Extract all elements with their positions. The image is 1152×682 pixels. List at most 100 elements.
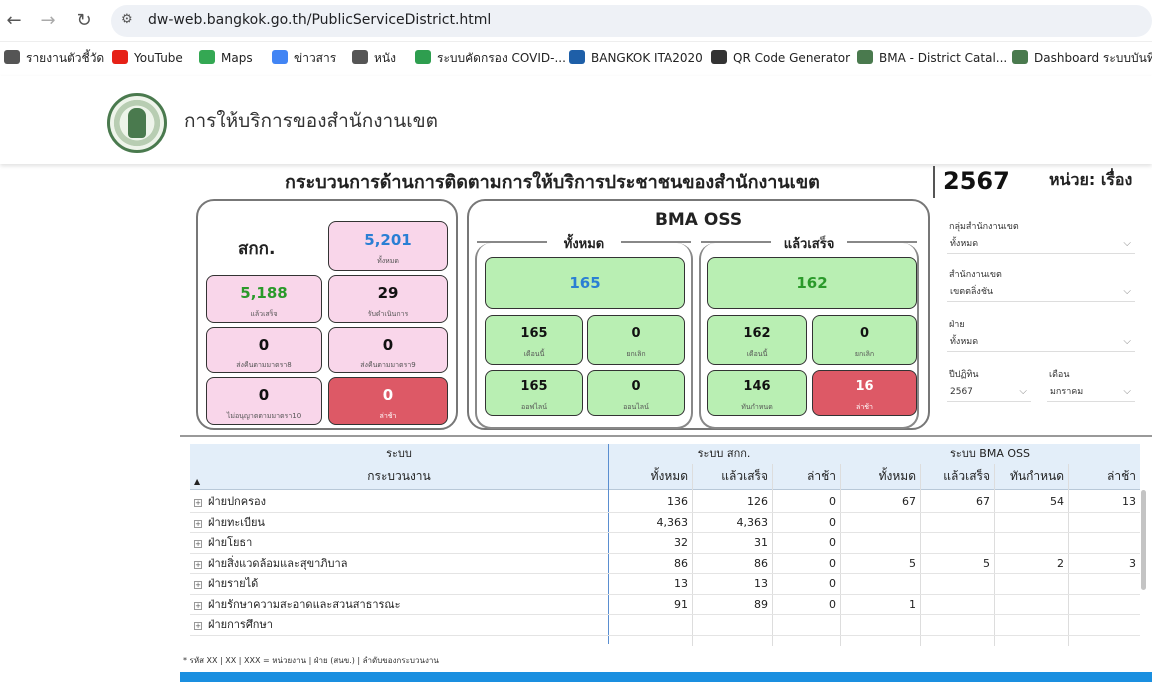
sakk-in-progress-card[interactable]: 29 รับดำเนินการ [328,275,448,323]
row-value-cell: 4,363 [736,515,769,529]
bookmark-item[interactable]: YouTube [112,48,183,68]
expand-icon[interactable]: + [194,622,202,630]
col-header-oss-total[interactable]: ทั้งหมด [840,464,920,489]
bookmark-item[interactable]: ระบบคัดกรอง COVID-... [415,48,566,68]
col-header-sakk-total[interactable]: ทั้งหมด [608,464,692,489]
sakk-return9-card[interactable]: 0 ส่งคืนตามมาตรา9 [328,327,448,373]
oss-done-month-card[interactable]: 162 เดือนนี้ [707,315,807,365]
forward-icon[interactable]: → [36,9,60,33]
expand-icon[interactable]: + [194,499,202,507]
row-value-cell: 0 [829,577,836,590]
year-filter-select[interactable]: 2567 ⌵ [947,382,1031,402]
bookmark-item[interactable]: ข่าวสาร [272,48,336,68]
table-row[interactable]: + ฝ่ายทะเบียน 4,363 4,363 0 [190,513,1140,533]
table-scrollbar[interactable] [1141,490,1146,590]
bookmark-item[interactable]: BMA - District Catal... [857,48,1007,68]
sakk-deny10-card[interactable]: 0 ไม่อนุญาตตามมาตรา10 [206,377,322,425]
oss-done-late-card[interactable]: 16 ล่าช้า [812,370,917,416]
bookmark-item[interactable]: Dashboard ระบบบันทึ... [1012,48,1152,68]
row-value-cell: 54 [1050,495,1064,508]
oss-all-online-card[interactable]: 0 ออนไลน์ [587,370,685,416]
row-process-name: + ฝ่ายโยธา [194,536,253,549]
row-value-cell: 13 [754,577,768,590]
month-filter-select[interactable]: มกราคม ⌵ [1047,382,1135,402]
oss-all-total-card[interactable]: 165 [485,257,685,309]
site-title: การให้บริการของสำนักงานเขต [184,110,439,132]
division-filter-select[interactable]: ทั้งหมด ⌵ [947,332,1135,352]
oss-done-ontime-card[interactable]: 146 ทันกำหนด [707,370,807,416]
row-value-cell: 0 [829,495,836,508]
sakk-total-card[interactable]: 5,201 ทั้งหมด [328,221,448,271]
row-value-cell: 2 [1057,556,1064,570]
maps-icon [199,50,215,64]
chevron-down-icon: ⌵ [1123,386,1131,397]
expand-icon[interactable]: + [194,560,202,569]
url-field[interactable]: ⚙ dw-web.bangkok.go.th/PublicServiceDist… [111,5,1152,37]
table-row[interactable]: + ฝ่ายปกครอง 136 126 0 67 67 54 13 [190,492,1140,513]
table-footnote: * รหัส XX | XX | XXX = หน่วยงาน | ฝ่าย (… [183,656,439,665]
col-header-oss-done[interactable]: แล้วเสร็จ [920,464,994,489]
table-row[interactable]: + ฝ่ายโยธา 32 31 0 [190,533,1140,554]
dashboard-title: กระบวนการด้านการติดตามการให้บริการประชาช… [285,172,820,193]
back-icon[interactable]: ← [2,9,26,33]
group-filter-select[interactable]: ทั้งหมด ⌵ [947,234,1135,254]
col-header-sakk-late[interactable]: ล่าช้า [772,464,840,489]
sakk-done-card[interactable]: 5,188 แล้วเสร็จ [206,275,322,323]
row-value-cell [1068,595,1140,615]
wifi-icon [415,50,431,64]
expand-icon[interactable]: + [194,519,202,528]
chevron-down-icon: ⌵ [1123,286,1131,297]
bookmark-item[interactable]: BANGKOK ITA2020 [569,48,703,68]
row-value-cell: 67 [902,495,916,508]
row-value-cell [840,533,920,553]
col-header-oss-late[interactable]: ล่าช้า [1068,464,1140,489]
row-value-cell: 13 [674,577,688,590]
oss-done-cancel-card[interactable]: 0 ยกเลิก [812,315,917,365]
bookmark-item[interactable]: Maps [199,48,253,68]
oss-all-month-card[interactable]: 165 เดือนนี้ [485,315,583,365]
globe-icon [4,50,20,64]
bookmark-item[interactable]: QR Code Generator [711,48,850,68]
sakk-late-card[interactable]: 0 ล่าช้า [328,377,448,425]
reload-icon[interactable]: ↻ [72,9,96,33]
expand-icon[interactable]: + [194,581,202,589]
site-info-icon[interactable]: ⚙ [121,12,139,30]
table-row[interactable]: + ฝ่ายสิ่งแวดล้อมและสุขาภิบาล 86 86 0 5 5 2 3 [190,554,1140,574]
table-row[interactable]: + ฝ่ายรายได้ 13 13 0 [190,574,1140,595]
row-value-cell: 89 [754,597,768,611]
row-value-cell [994,574,1068,594]
expand-icon[interactable]: + [194,540,202,548]
row-value-cell: 86 [674,556,688,570]
browser-address-bar: ← → ↻ ⚙ dw-web.bangkok.go.th/PublicServi… [0,0,1152,42]
row-value-cell [692,615,772,635]
oss-all-cancel-card[interactable]: 0 ยกเลิก [587,315,685,365]
oss-all-offline-card[interactable]: 165 ออฟไลน์ [485,370,583,416]
table-row[interactable]: + ฝ่ายรักษาความสะอาดและสวนสาธารณะ 91 89 0 1 [190,595,1140,615]
oss-done-total-card[interactable]: 162 [707,257,917,309]
row-value-cell [840,615,920,635]
expand-icon[interactable]: + [194,601,202,610]
sakk-panel: สกก. 5,201 ทั้งหมด 5,188 แล้วเสร็จ 29 รั… [196,199,458,430]
row-value-cell [1068,533,1140,553]
row-value-cell [920,513,994,533]
row-value-cell: 1 [909,597,916,611]
col-header-sakk-done[interactable]: แล้วเสร็จ [692,464,772,489]
row-value-cell [994,615,1068,635]
row-value-cell: 5 [983,556,990,570]
row-value-cell [994,595,1068,615]
office-filter-label: สำนักงานเขต [949,270,1002,280]
office-filter-select[interactable]: เขตตลิ่งชัน ⌵ [947,282,1135,302]
url-text: dw-web.bangkok.go.th/PublicServiceDistri… [148,12,492,28]
bookmark-item[interactable]: รายงานตัวชี้วัด [4,48,104,68]
row-value-cell: 0 [829,536,836,549]
table-row[interactable]: + ฝ่ายการศึกษา [190,615,1140,636]
col-header-oss-ontime[interactable]: ทันกำหนด [994,464,1068,489]
col-header-process[interactable]: กระบวนงาน [190,464,608,489]
bma-logo-icon [1012,50,1028,64]
bookmark-item[interactable]: หนัง [352,48,396,68]
group-filter-label: กลุ่มสำนักงานเขต [949,222,1019,232]
row-value-cell: 32 [674,536,688,549]
sakk-label: สกก. [238,239,276,259]
month-filter-label: เดือน [1049,370,1070,380]
sakk-return8-card[interactable]: 0 ส่งคืนตามมาตรา8 [206,327,322,373]
